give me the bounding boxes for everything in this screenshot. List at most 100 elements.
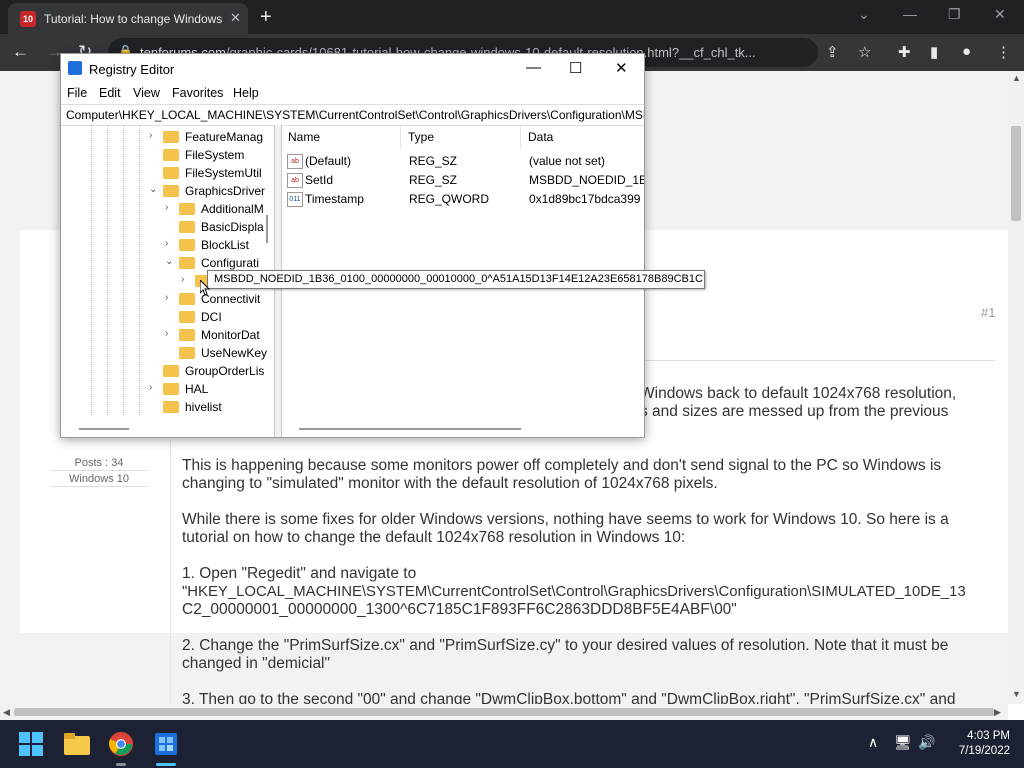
profile-icon[interactable]: ● — [962, 43, 971, 60]
chrome-icon[interactable] — [108, 731, 134, 757]
values-hscroll-thumb[interactable] — [299, 428, 521, 430]
show-hidden-icons-chevron-icon[interactable]: ∧ — [868, 734, 878, 751]
column-header-type[interactable]: Type — [401, 125, 521, 149]
folder-icon — [163, 383, 179, 395]
registry-path: Computer\HKEY_LOCAL_MACHINE\SYSTEM\Curre… — [66, 108, 644, 122]
folder-icon — [163, 401, 179, 413]
extensions-icon[interactable]: ✚ — [898, 43, 911, 61]
folder-icon — [163, 131, 179, 143]
article-text: This is happening because some monitors … — [182, 457, 942, 474]
regedit-close-button[interactable]: ✕ — [615, 59, 628, 77]
windows-taskbar: ∧ 🖥 🔊 4:03 PM 7/19/2022 — [0, 720, 1024, 768]
registry-address-bar[interactable]: Computer\HKEY_LOCAL_MACHINE\SYSTEM\Curre… — [61, 104, 644, 126]
menu-favorites[interactable]: Favorites — [172, 86, 223, 100]
registry-editor-window: Registry Editor — ☐ ✕ File Edit View Fav… — [60, 53, 645, 438]
article-partial-line: s and sizes are messed up from the previ… — [640, 403, 949, 420]
regedit-maximize-button[interactable]: ☐ — [569, 59, 582, 77]
binary-value-icon: 011 — [287, 192, 303, 207]
article-text: While there is some fixes for older Wind… — [182, 511, 949, 528]
side-panel-icon[interactable]: ▮ — [930, 43, 938, 61]
regedit-app-icon — [68, 61, 82, 75]
regedit-minimize-button[interactable]: — — [526, 59, 541, 76]
window-title: Registry Editor — [89, 62, 175, 77]
chevron-icon[interactable]: › — [165, 202, 175, 213]
tree-guide-line — [107, 125, 109, 415]
clock-date: 7/19/2022 — [958, 745, 1010, 757]
browser-restore-button[interactable]: ❐ — [948, 6, 961, 23]
tab-search-icon[interactable]: ⌄ — [858, 6, 870, 23]
tree-node-tooltip: MSBDD_NOEDID_1B36_0100_00000000_00010000… — [207, 270, 705, 289]
new-tab-button[interactable]: + — [260, 6, 272, 29]
post-sidebar-divider — [170, 440, 171, 704]
browser-tab-bar: 10 Tutorial: How to change Windows 10 de… — [0, 0, 1024, 34]
folder-icon — [163, 167, 179, 179]
posts-stat: Posts : 34 — [50, 457, 148, 471]
tree-horizontal-scrollbar[interactable] — [61, 424, 260, 436]
browser-minimize-button[interactable]: — — [903, 6, 917, 22]
folder-icon — [179, 347, 195, 359]
folder-icon — [179, 311, 195, 323]
regedit-taskbar-icon[interactable] — [153, 731, 179, 757]
column-header-data[interactable]: Data — [521, 125, 644, 149]
page-horizontal-scrollbar[interactable]: ◀ ▶ — [0, 704, 1008, 720]
regedit-active-indicator — [156, 763, 176, 766]
values-horizontal-scrollbar[interactable] — [281, 424, 644, 436]
site-favicon-icon: 10 — [20, 11, 36, 27]
scroll-right-arrow-icon[interactable]: ▶ — [994, 707, 1001, 718]
scroll-left-arrow-icon[interactable]: ◀ — [3, 707, 10, 718]
post-divider — [640, 360, 995, 361]
article-text: 2. Change the "PrimSurfSize.cx" and "Pri… — [182, 637, 949, 654]
article-text: changing to "simulated" monitor with the… — [182, 475, 718, 492]
chevron-icon[interactable]: › — [149, 382, 159, 393]
article-text: tutorial on how to change the default 10… — [182, 529, 686, 546]
file-explorer-icon[interactable] — [64, 733, 90, 755]
article-partial-line: Windows back to default 1024x768 resolut… — [640, 385, 957, 402]
tree-scroll-thumb[interactable] — [266, 215, 268, 243]
chevron-icon[interactable]: ⌄ — [149, 184, 159, 195]
menu-help[interactable]: Help — [233, 86, 259, 100]
folder-icon — [179, 203, 195, 215]
folder-icon — [179, 293, 195, 305]
windows-start-icon[interactable] — [19, 732, 43, 756]
clock-time: 4:03 PM — [967, 730, 1010, 742]
browser-tab[interactable]: 10 Tutorial: How to change Windows 10 de… — [8, 3, 248, 34]
scroll-down-arrow-icon[interactable]: ▼ — [1012, 689, 1021, 699]
vertical-scroll-thumb[interactable] — [1011, 126, 1021, 221]
article-text: changed in "demicial" — [182, 655, 331, 672]
article-text: "HKEY_LOCAL_MACHINE\SYSTEM\CurrentContro… — [182, 584, 966, 600]
tree-hscroll-thumb[interactable] — [79, 428, 129, 430]
post-number[interactable]: #1 — [981, 305, 995, 320]
chrome-running-indicator — [116, 763, 126, 766]
folder-icon — [179, 329, 195, 341]
horizontal-scroll-thumb[interactable] — [14, 708, 994, 716]
chrome-menu-icon[interactable]: ⋮ — [996, 43, 1011, 61]
tab-close-icon[interactable]: ✕ — [230, 10, 241, 26]
article-text: 1. Open "Regedit" and navigate to — [182, 565, 417, 582]
share-icon[interactable]: ⇪ — [826, 43, 839, 61]
chevron-icon[interactable]: ⌄ — [165, 256, 175, 267]
scroll-up-arrow-icon[interactable]: ▲ — [1012, 73, 1021, 83]
folder-icon — [163, 185, 179, 197]
menu-file[interactable]: File — [67, 86, 87, 100]
chevron-icon[interactable]: › — [149, 130, 159, 141]
registry-editor-titlebar[interactable]: Registry Editor — ☐ ✕ — [61, 54, 644, 84]
folder-icon — [179, 257, 195, 269]
registry-value-row[interactable]: 011 Timestamp REG_QWORD 0x1d89bc17bdca39… — [281, 190, 644, 209]
browser-close-button[interactable]: ✕ — [994, 6, 1006, 23]
menu-edit[interactable]: Edit — [99, 86, 121, 100]
back-button[interactable]: ← — [12, 42, 29, 62]
taskbar-clock[interactable]: 4:03 PM 7/19/2022 — [930, 729, 1010, 759]
menu-bar: File Edit View Favorites Help — [61, 84, 644, 104]
registry-value-row[interactable]: ab SetId REG_SZ MSBDD_NOEDID_1B36_0100 — [281, 171, 644, 190]
registry-value-row[interactable]: ab (Default) REG_SZ (value not set) — [281, 152, 644, 171]
page-vertical-scrollbar[interactable]: ▲ ▼ — [1008, 71, 1024, 704]
chevron-icon[interactable]: › — [181, 274, 191, 285]
chevron-icon[interactable]: › — [165, 292, 175, 303]
network-icon[interactable]: 🖥 — [894, 734, 912, 751]
bookmark-star-icon[interactable]: ☆ — [858, 43, 871, 61]
chevron-icon[interactable]: › — [165, 328, 175, 339]
column-header-name[interactable]: Name — [281, 125, 401, 149]
tab-title: Tutorial: How to change Windows 10 defau… — [44, 12, 224, 26]
menu-view[interactable]: View — [133, 86, 160, 100]
chevron-icon[interactable]: › — [165, 238, 175, 249]
